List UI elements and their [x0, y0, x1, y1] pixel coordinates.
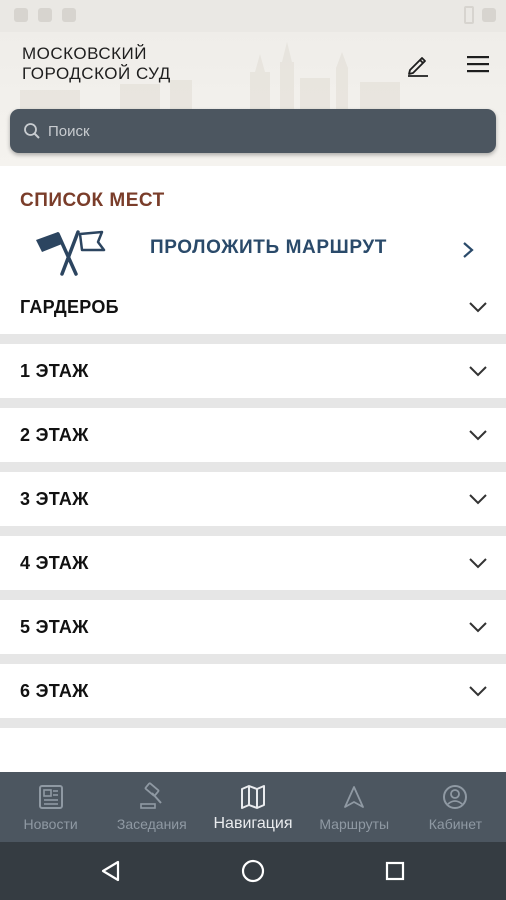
nav-item-sessions[interactable]: Заседания [101, 772, 202, 842]
place-item-floor-3[interactable]: 3 ЭТАЖ [0, 472, 506, 526]
chevron-down-icon [466, 295, 490, 319]
chevron-down-icon [466, 615, 490, 639]
status-bar [0, 0, 506, 32]
places-list: ГАРДЕРОБ 1 ЭТАЖ 2 ЭТАЖ 3 ЭТАЖ 4 ЭТАЖ 5 Э… [0, 280, 506, 728]
places-content: СПИСОК МЕСТ ПРОЛОЖИТЬ МАРШРУТ ГАРДЕРОБ 1… [0, 166, 506, 772]
section-title: СПИСОК МЕСТ [20, 190, 165, 211]
place-item-floor-1[interactable]: 1 ЭТАЖ [0, 344, 506, 398]
pencil-icon [408, 57, 428, 77]
nav-label-routes: Маршруты [319, 816, 390, 832]
back-triangle-icon [101, 860, 120, 882]
battery-icon [464, 6, 474, 24]
notification-icon [62, 8, 76, 22]
recents-button[interactable] [380, 856, 410, 886]
map-icon [238, 782, 268, 812]
place-item-label: ГАРДЕРОБ [20, 296, 119, 317]
place-item-label: 4 ЭТАЖ [20, 552, 89, 573]
back-button[interactable] [96, 856, 126, 886]
chevron-down-icon [466, 423, 490, 447]
search-bar[interactable] [10, 109, 496, 153]
app-title-line1: МОСКОВСКИЙ [22, 44, 147, 63]
place-item-label: 5 ЭТАЖ [20, 616, 89, 637]
signal-icon [482, 8, 496, 22]
search-icon [22, 121, 42, 141]
notification-icon [38, 8, 52, 22]
nav-item-routes[interactable]: Маршруты [304, 772, 405, 842]
place-item-floor-5[interactable]: 5 ЭТАЖ [0, 600, 506, 654]
divider [0, 526, 506, 536]
app-title: МОСКОВСКИЙ ГОРОДСКОЙ СУД [22, 44, 242, 84]
nav-label-navigation: Навигация [213, 815, 293, 832]
edit-button[interactable] [402, 48, 434, 80]
route-flags-icon [36, 230, 106, 276]
gavel-icon [137, 782, 167, 812]
notification-icon [14, 8, 28, 22]
search-input[interactable] [48, 122, 468, 140]
newspaper-icon [36, 782, 66, 812]
divider [0, 590, 506, 600]
divider [0, 718, 506, 728]
build-route-button[interactable]: ПРОЛОЖИТЬ МАРШРУТ [0, 222, 506, 282]
chevron-down-icon [466, 551, 490, 575]
chevron-right-icon [463, 242, 474, 258]
chevron-down-icon [466, 679, 490, 703]
divider [0, 654, 506, 664]
system-navigation-bar [0, 842, 506, 900]
place-item-floor-2[interactable]: 2 ЭТАЖ [0, 408, 506, 462]
place-item-floor-6[interactable]: 6 ЭТАЖ [0, 664, 506, 718]
nav-label-sessions: Заседания [116, 816, 187, 832]
nav-label-news: Новости [23, 816, 78, 832]
bottom-navigation: Новости Заседания Навигация Маршруты Каб… [0, 772, 506, 842]
recents-square-icon [385, 861, 405, 881]
app-title-line2: ГОРОДСКОЙ СУД [22, 64, 171, 83]
place-item-wardrobe[interactable]: ГАРДЕРОБ [0, 280, 506, 334]
nav-label-account: Кабинет [428, 816, 483, 832]
account-icon [440, 782, 470, 812]
home-button[interactable] [238, 856, 268, 886]
hamburger-menu-icon [467, 56, 489, 73]
menu-button[interactable] [462, 48, 494, 80]
place-item-label: 2 ЭТАЖ [20, 424, 89, 445]
nav-item-navigation[interactable]: Навигация [202, 772, 303, 842]
place-item-label: 1 ЭТАЖ [20, 360, 89, 381]
build-route-label: ПРОЛОЖИТЬ МАРШРУТ [150, 237, 387, 258]
app-header: МОСКОВСКИЙ ГОРОДСКОЙ СУД [0, 32, 506, 166]
place-item-label: 6 ЭТАЖ [20, 680, 89, 701]
place-item-label: 3 ЭТАЖ [20, 488, 89, 509]
nav-item-news[interactable]: Новости [0, 772, 101, 842]
nav-item-account[interactable]: Кабинет [405, 772, 506, 842]
chevron-down-icon [466, 359, 490, 383]
chevron-down-icon [466, 487, 490, 511]
navigation-arrow-icon [339, 782, 369, 812]
home-circle-icon [241, 859, 265, 883]
divider [0, 398, 506, 408]
status-bar-notifications [14, 8, 76, 22]
place-item-floor-4[interactable]: 4 ЭТАЖ [0, 536, 506, 590]
divider [0, 462, 506, 472]
status-bar-system [464, 6, 496, 24]
divider [0, 334, 506, 344]
